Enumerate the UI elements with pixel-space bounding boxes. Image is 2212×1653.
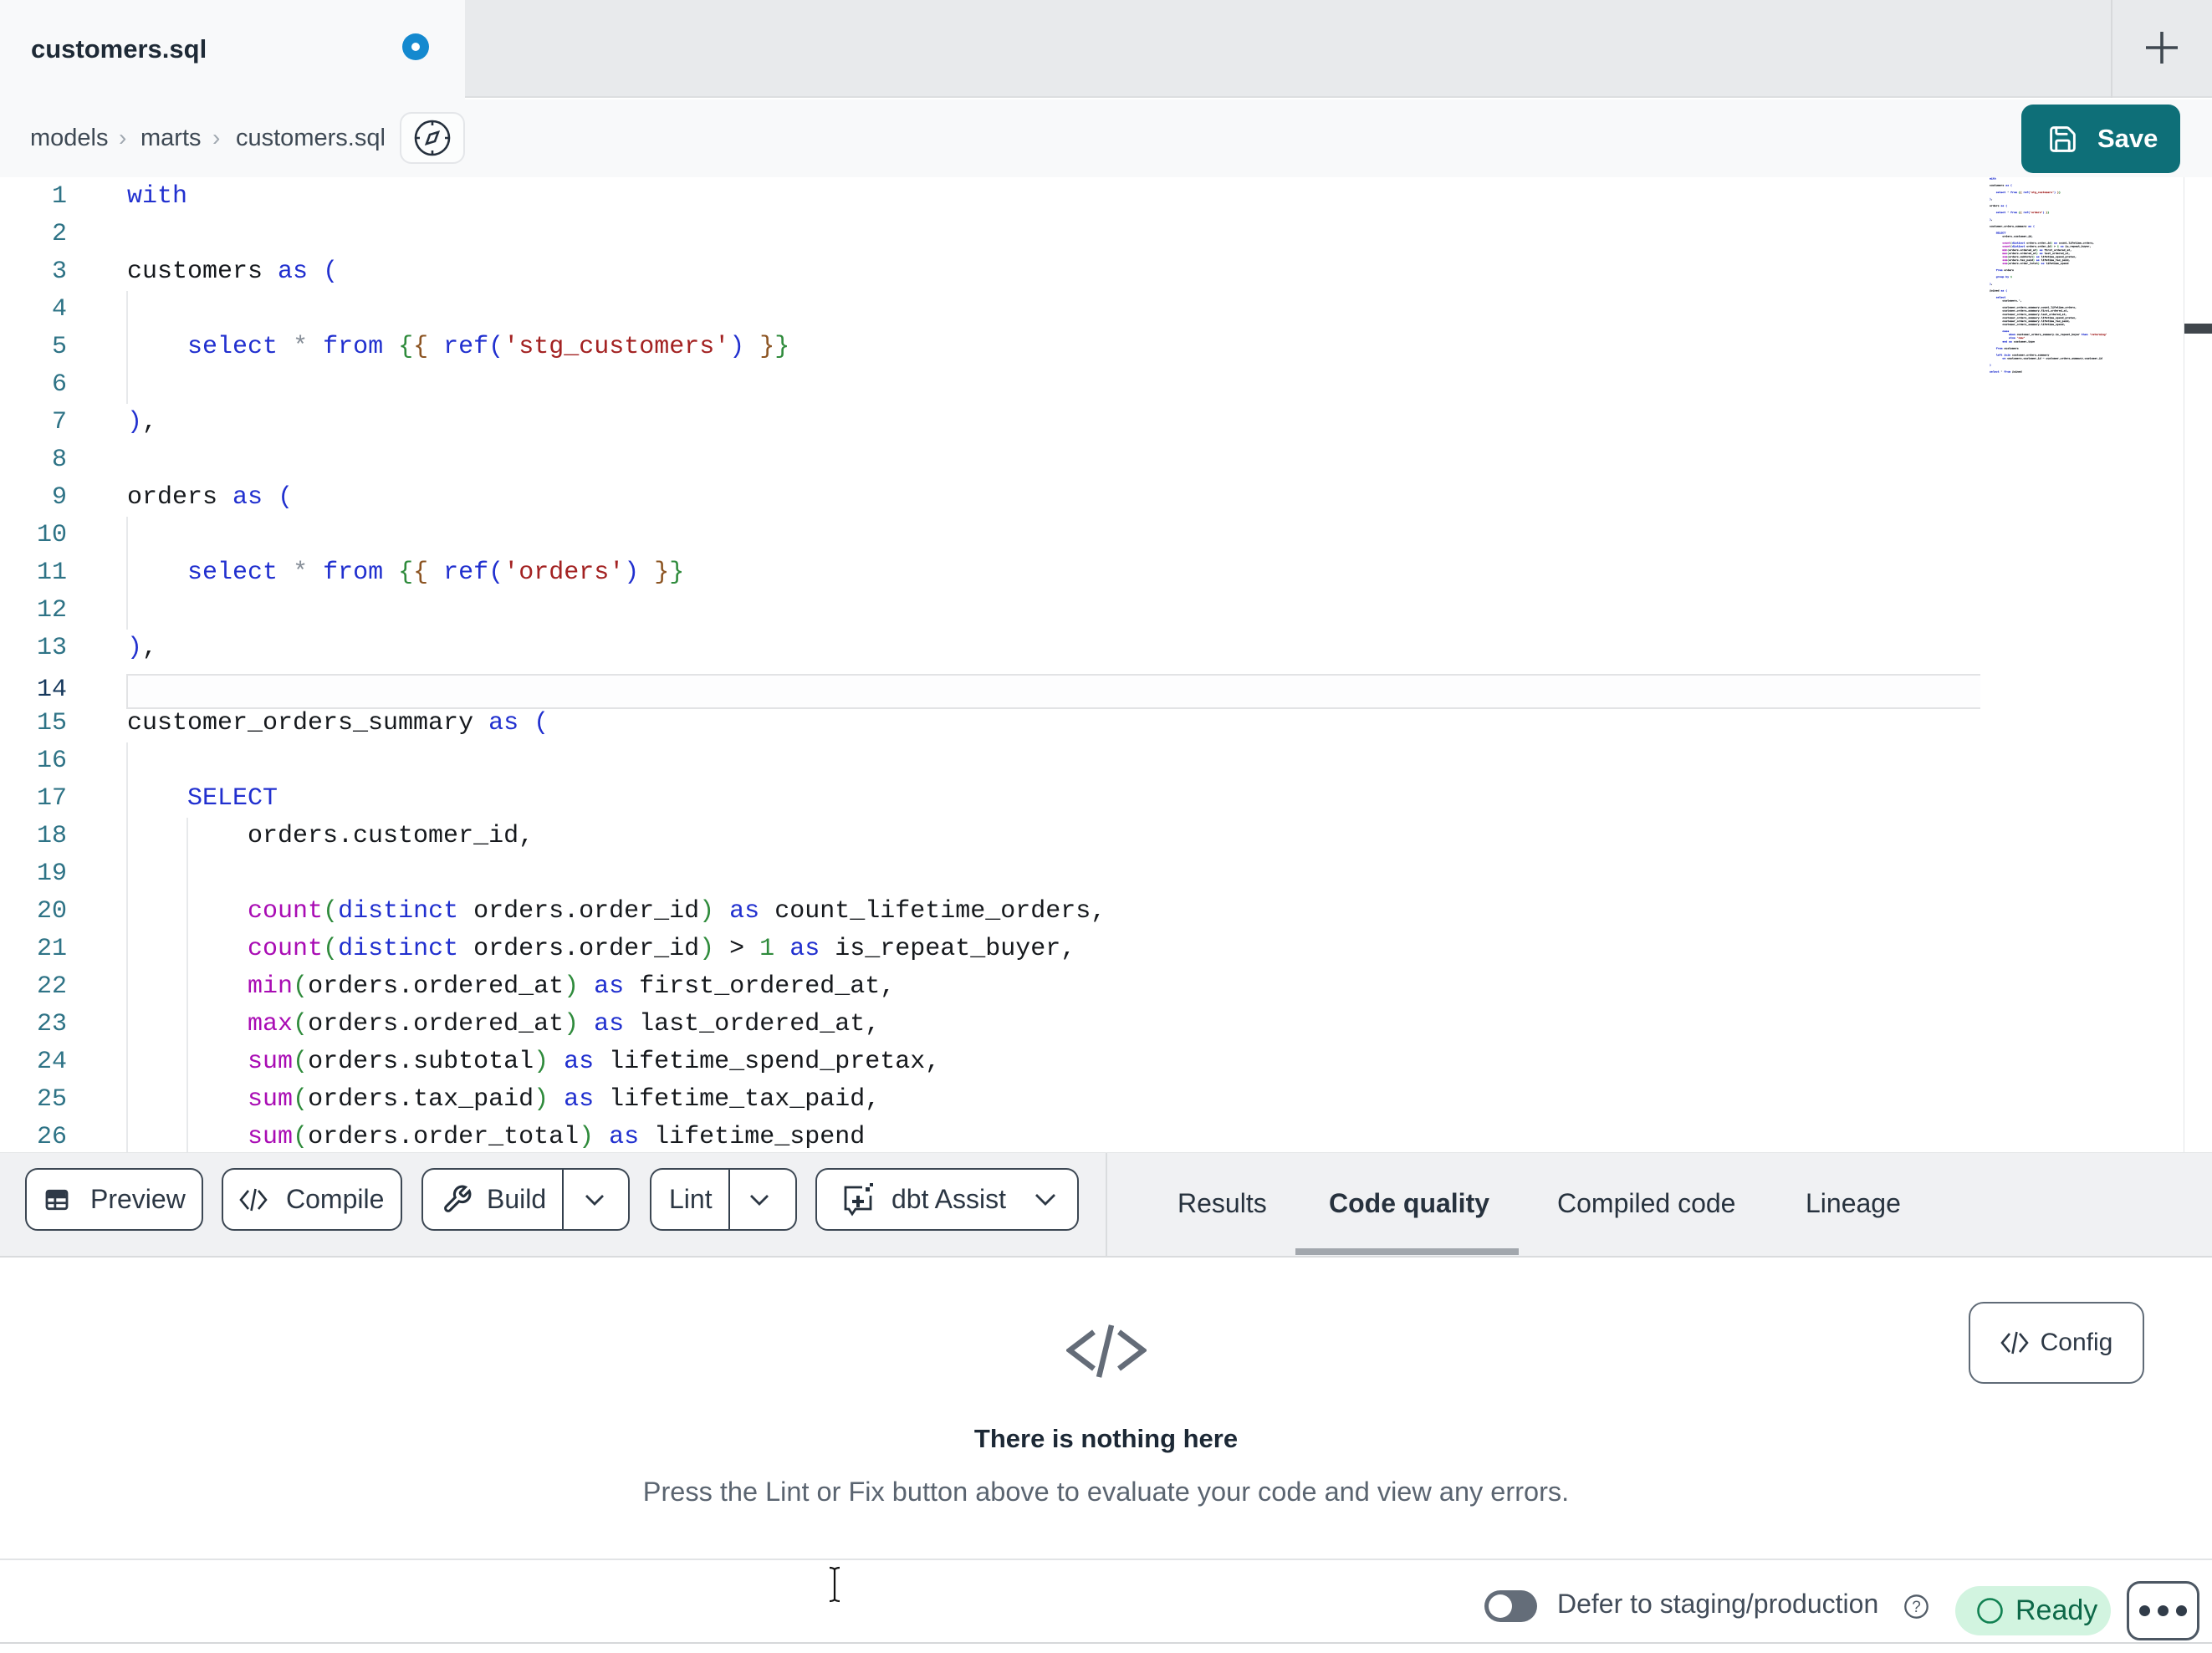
svg-text:?: ? [1912,1599,1921,1616]
